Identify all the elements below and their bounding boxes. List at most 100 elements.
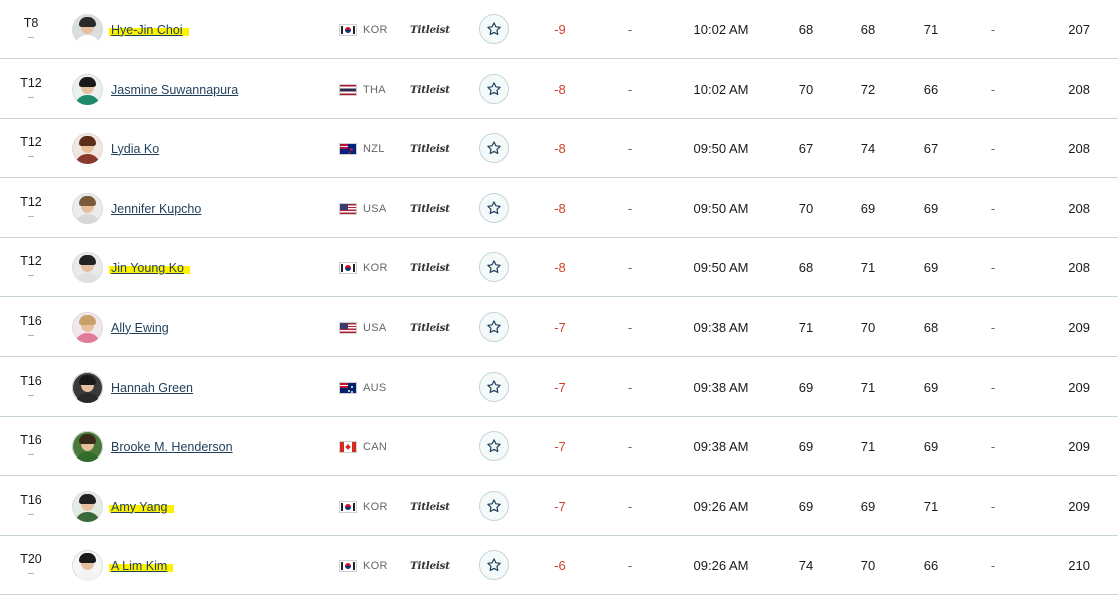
country-flag-icon bbox=[339, 382, 357, 394]
avatar-body bbox=[75, 333, 100, 343]
position-movement: – bbox=[28, 270, 34, 281]
thru-value: - bbox=[627, 82, 633, 97]
total-score: 208 bbox=[1068, 260, 1090, 275]
position-text: T12 bbox=[20, 195, 42, 209]
player-name-cell: Jennifer Kupcho bbox=[111, 179, 321, 238]
country-flag-icon bbox=[339, 441, 357, 453]
avatar-hair bbox=[79, 136, 96, 146]
round-4-score: - bbox=[990, 380, 996, 395]
position-cell: T16 – bbox=[0, 298, 62, 357]
to-par-score: -9 bbox=[554, 22, 566, 37]
position-text: T16 bbox=[20, 493, 42, 507]
player-avatar[interactable] bbox=[72, 372, 103, 403]
round-2-score: 71 bbox=[860, 260, 876, 275]
to-par-score: -8 bbox=[554, 141, 566, 156]
to-par-score: -7 bbox=[554, 439, 566, 454]
avatar-hair bbox=[79, 375, 96, 385]
position-movement: – bbox=[28, 211, 34, 222]
player-name-link[interactable]: Jennifer Kupcho bbox=[111, 202, 201, 216]
player-name-link[interactable]: Jin Young Ko bbox=[109, 260, 190, 275]
round-4-score: - bbox=[990, 320, 996, 335]
country-code: KOR bbox=[363, 261, 388, 274]
tee-time: 09:26 AM bbox=[693, 499, 749, 514]
total-score: 208 bbox=[1068, 201, 1090, 216]
sponsor-logo: Titleist bbox=[410, 559, 450, 572]
favorite-button[interactable] bbox=[479, 491, 509, 521]
player-name-cell: Lydia Ko bbox=[111, 119, 321, 178]
player-name-link[interactable]: A Lim Kim bbox=[109, 558, 174, 573]
round-1-score: 69 bbox=[798, 499, 814, 514]
round-4-score: - bbox=[990, 141, 996, 156]
player-avatar[interactable] bbox=[72, 74, 103, 105]
player-name-link[interactable]: Jasmine Suwannapura bbox=[111, 83, 238, 97]
player-name-cell: A Lim Kim bbox=[109, 536, 321, 595]
player-avatar[interactable] bbox=[72, 252, 103, 283]
round-1-score: 74 bbox=[798, 558, 814, 573]
round-3-score: 67 bbox=[923, 141, 939, 156]
country-code: CAN bbox=[363, 440, 388, 453]
position-movement: – bbox=[28, 449, 34, 460]
player-avatar[interactable] bbox=[72, 491, 103, 522]
position-text: T16 bbox=[20, 433, 42, 447]
player-avatar[interactable] bbox=[72, 312, 103, 343]
player-avatar[interactable] bbox=[72, 133, 103, 164]
position-cell: T12 – bbox=[0, 119, 62, 178]
total-score: 209 bbox=[1068, 439, 1090, 454]
favorite-button[interactable] bbox=[479, 431, 509, 461]
tee-time: 09:50 AM bbox=[693, 201, 749, 216]
player-name-link[interactable]: Lydia Ko bbox=[111, 142, 159, 156]
round-3-score: 69 bbox=[923, 260, 939, 275]
round-2-score: 71 bbox=[860, 439, 876, 454]
star-icon bbox=[487, 499, 501, 513]
favorite-button[interactable] bbox=[479, 133, 509, 163]
avatar-hair bbox=[79, 77, 96, 87]
table-row: T12 – Jasmine Suwannapura THA Titleist -… bbox=[0, 60, 1118, 119]
country-code: KOR bbox=[363, 559, 388, 572]
round-1-score: 68 bbox=[798, 22, 814, 37]
avatar-hair bbox=[79, 255, 96, 265]
star-icon bbox=[487, 22, 501, 36]
tee-time: 10:02 AM bbox=[693, 22, 749, 37]
player-name-cell: Ally Ewing bbox=[111, 298, 321, 357]
tee-time: 09:38 AM bbox=[693, 380, 749, 395]
avatar-body bbox=[75, 214, 100, 224]
star-icon bbox=[487, 558, 501, 572]
player-avatar[interactable] bbox=[72, 431, 103, 462]
position-movement: – bbox=[28, 151, 34, 162]
avatar-body bbox=[75, 452, 100, 462]
sponsor-logo: Titleist bbox=[410, 261, 450, 274]
round-3-score: 71 bbox=[923, 499, 939, 514]
round-2-score: 70 bbox=[860, 558, 876, 573]
sponsor-logo: Titleist bbox=[410, 142, 450, 155]
position-text: T12 bbox=[20, 135, 42, 149]
country-flag-icon bbox=[339, 262, 357, 274]
tee-time: 09:50 AM bbox=[693, 141, 749, 156]
avatar-hair bbox=[79, 434, 96, 444]
player-name-link[interactable]: Hye-Jin Choi bbox=[109, 22, 189, 37]
country-code: USA bbox=[363, 321, 387, 334]
round-3-score: 68 bbox=[923, 320, 939, 335]
favorite-button[interactable] bbox=[479, 252, 509, 282]
favorite-button[interactable] bbox=[479, 74, 509, 104]
favorite-button[interactable] bbox=[479, 14, 509, 44]
country-flag-icon bbox=[339, 84, 357, 96]
player-name-link[interactable]: Hannah Green bbox=[111, 381, 193, 395]
sponsor-logo bbox=[410, 417, 450, 476]
player-name-link[interactable]: Amy Yang bbox=[109, 499, 174, 514]
player-avatar[interactable] bbox=[72, 14, 103, 45]
favorite-button[interactable] bbox=[479, 550, 509, 580]
player-avatar[interactable] bbox=[72, 550, 103, 581]
favorite-button[interactable] bbox=[479, 372, 509, 402]
avatar-body bbox=[75, 95, 100, 105]
player-avatar[interactable] bbox=[72, 193, 103, 224]
avatar-body bbox=[75, 273, 100, 283]
position-cell: T12 – bbox=[0, 60, 62, 119]
player-name-link[interactable]: Brooke M. Henderson bbox=[111, 440, 233, 454]
favorite-button[interactable] bbox=[479, 193, 509, 223]
favorite-button[interactable] bbox=[479, 312, 509, 342]
to-par-score: -7 bbox=[554, 320, 566, 335]
total-score: 208 bbox=[1068, 82, 1090, 97]
position-cell: T12 – bbox=[0, 238, 62, 297]
round-2-score: 68 bbox=[860, 22, 876, 37]
player-name-link[interactable]: Ally Ewing bbox=[111, 321, 169, 335]
